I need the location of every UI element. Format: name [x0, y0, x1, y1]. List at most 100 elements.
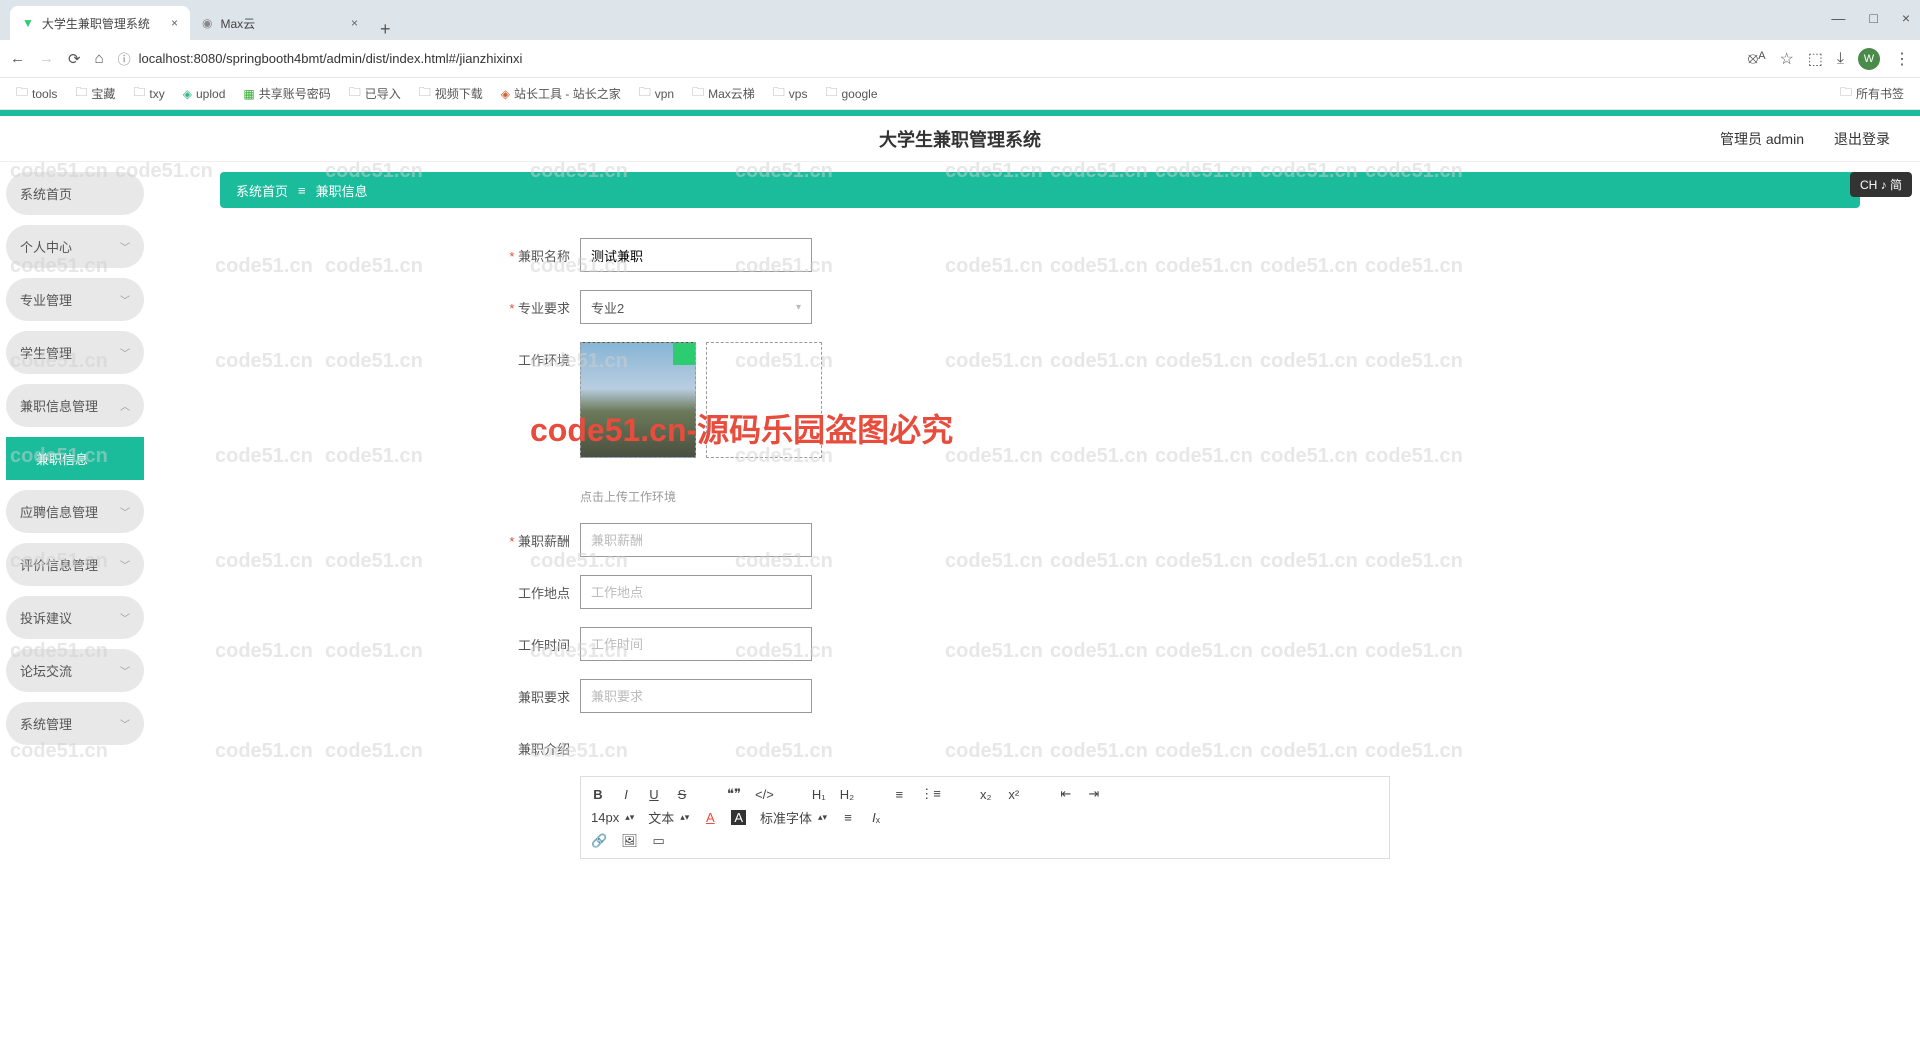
minimize-icon[interactable]: —: [1831, 10, 1845, 26]
tab-favicon: ◉: [202, 16, 212, 30]
bg-color-icon[interactable]: A: [731, 810, 746, 825]
new-tab-button[interactable]: +: [370, 19, 401, 40]
home-icon[interactable]: ⌂: [95, 50, 104, 67]
extensions-icon[interactable]: ⬚: [1808, 49, 1823, 69]
bookmark-folder[interactable]: 🗀vpn: [633, 81, 680, 106]
breadcrumb-current: 兼职信息: [316, 181, 368, 200]
profile-avatar[interactable]: W: [1858, 48, 1880, 70]
font-size-select[interactable]: 14px▴▾: [591, 810, 634, 825]
sheet-icon: ▦: [243, 87, 254, 101]
outdent-icon[interactable]: ⇤: [1059, 786, 1073, 802]
back-icon[interactable]: ←: [10, 50, 25, 67]
browser-tab-active[interactable]: ▼ 大学生兼职管理系统 ×: [10, 6, 190, 40]
url-input[interactable]: ⓘ localhost:8080/springbooth4bmt/admin/d…: [118, 49, 1734, 68]
video-icon[interactable]: ▭: [652, 833, 666, 849]
link-icon[interactable]: 🔗: [591, 833, 607, 849]
sidebar-item-jobinfo[interactable]: 兼职信息管理︿: [6, 384, 144, 427]
all-bookmarks[interactable]: 🗀所有书签: [1834, 81, 1910, 106]
bold-icon[interactable]: B: [591, 787, 605, 802]
sidebar-item-apply[interactable]: 应聘信息管理﹀: [6, 490, 144, 533]
sidebar-item-major[interactable]: 专业管理﹀: [6, 278, 144, 321]
italic-icon[interactable]: I: [619, 787, 633, 802]
close-icon[interactable]: ×: [351, 16, 358, 30]
ime-indicator[interactable]: CH ♪ 简: [1850, 172, 1912, 197]
bookmark-folder[interactable]: 🗀google: [819, 81, 883, 106]
bookmark-folder[interactable]: 🗀vps: [767, 81, 814, 106]
h1-icon[interactable]: H₁: [812, 787, 826, 802]
tab-title: Max云: [220, 15, 255, 32]
bookmark-folder[interactable]: 🗀Max云梯: [686, 81, 761, 106]
input-requirement[interactable]: [580, 679, 812, 713]
select-major[interactable]: 专业2 ▾: [580, 290, 812, 324]
input-job-name[interactable]: [580, 238, 812, 272]
text-color-icon[interactable]: A: [703, 810, 717, 825]
breadcrumb-sep: ≡: [298, 183, 306, 198]
sidebar-item-complaint[interactable]: 投诉建议﹀: [6, 596, 144, 639]
forward-icon[interactable]: →: [39, 50, 54, 67]
browser-tab[interactable]: ◉ Max云 ×: [190, 6, 370, 40]
translate-icon[interactable]: ⦻ᴬ: [1748, 50, 1766, 68]
download-icon[interactable]: ⤓: [1837, 50, 1844, 68]
app-header: 大学生兼职管理系统 管理员 admin 退出登录: [0, 116, 1920, 162]
image-preview[interactable]: [580, 342, 696, 458]
input-salary[interactable]: [580, 523, 812, 557]
bookmark-folder[interactable]: 🗀宝藏: [69, 81, 121, 106]
sidebar-item-review[interactable]: 评价信息管理﹀: [6, 543, 144, 586]
delete-corner-icon[interactable]: [673, 343, 695, 365]
code-icon[interactable]: </>: [755, 787, 774, 802]
breadcrumb-home[interactable]: 系统首页: [236, 181, 288, 200]
folder-icon: 🗀: [639, 83, 651, 104]
image-icon[interactable]: 🖼: [621, 833, 638, 849]
ol-icon[interactable]: ≡: [892, 787, 906, 802]
label-major: 专业要求: [500, 290, 570, 317]
user-label[interactable]: 管理员 admin: [1720, 129, 1804, 149]
folder-icon: 🗀: [825, 83, 837, 104]
superscript-icon[interactable]: x²: [1007, 787, 1021, 802]
logout-link[interactable]: 退出登录: [1834, 129, 1890, 149]
quote-icon[interactable]: ❝❞: [727, 786, 741, 802]
reload-icon[interactable]: ⟳: [68, 50, 81, 68]
sidebar-item-profile[interactable]: 个人中心﹀: [6, 225, 144, 268]
bookmark-folder[interactable]: 🗀txy: [127, 81, 170, 106]
bookmark-link[interactable]: ▦共享账号密码: [237, 83, 336, 104]
input-time[interactable]: [580, 627, 812, 661]
bookmark-folder[interactable]: 🗀已导入: [343, 81, 407, 106]
bookmark-link[interactable]: ◈站长工具 - 站长之家: [495, 83, 627, 104]
close-window-icon[interactable]: ×: [1902, 10, 1910, 26]
breadcrumb: 系统首页 ≡ 兼职信息: [220, 172, 1860, 208]
rich-editor-toolbar: B I U S ❝❞ </> H₁ H₂ ≡ ⋮≡ x₂ x²: [580, 776, 1390, 859]
label-location: 工作地点: [500, 575, 570, 602]
sidebar-item-system[interactable]: 系统管理﹀: [6, 702, 144, 745]
sidebar-item-forum[interactable]: 论坛交流﹀: [6, 649, 144, 692]
clear-format-icon[interactable]: Iₓ: [869, 810, 883, 825]
underline-icon[interactable]: U: [647, 787, 661, 802]
bookmark-folder[interactable]: 🗀tools: [10, 81, 63, 106]
bookmark-folder[interactable]: 🗀视频下载: [413, 81, 489, 106]
h2-icon[interactable]: H₂: [840, 787, 854, 802]
folder-icon: 🗀: [16, 83, 28, 104]
sidebar-sub-jobinfo[interactable]: 兼职信息: [6, 437, 144, 480]
ul-icon[interactable]: ⋮≡: [920, 786, 941, 802]
sidebar-item-home[interactable]: 系统首页: [6, 172, 144, 215]
chevron-down-icon: ▾: [796, 302, 801, 313]
strike-icon[interactable]: S: [675, 787, 689, 802]
label-time: 工作时间: [500, 627, 570, 654]
bookmark-icon[interactable]: ☆: [1779, 49, 1793, 69]
bookmark-link[interactable]: ◈uplod: [177, 85, 232, 103]
align-icon[interactable]: ≡: [841, 810, 855, 825]
indent-icon[interactable]: ⇥: [1087, 786, 1101, 802]
menu-icon[interactable]: ⋮: [1894, 49, 1910, 69]
upload-button[interactable]: [706, 342, 822, 458]
label-env: 工作环境: [500, 342, 570, 369]
site-info-icon[interactable]: ⓘ: [118, 49, 131, 68]
input-location[interactable]: [580, 575, 812, 609]
content-area: 系统首页 ≡ 兼职信息 CH ♪ 简 兼职名称 专业要求 专业2 ▾ 工作环境: [150, 162, 1920, 1042]
label-salary: 兼职薪酬: [500, 523, 570, 550]
close-icon[interactable]: ×: [171, 16, 178, 30]
link-icon: ◈: [501, 87, 510, 101]
font-family-select[interactable]: 标准字体▴▾: [760, 808, 827, 827]
subscript-icon[interactable]: x₂: [979, 787, 993, 802]
maximize-icon[interactable]: □: [1869, 10, 1877, 26]
text-type-select[interactable]: 文本▴▾: [648, 808, 689, 827]
sidebar-item-student[interactable]: 学生管理﹀: [6, 331, 144, 374]
